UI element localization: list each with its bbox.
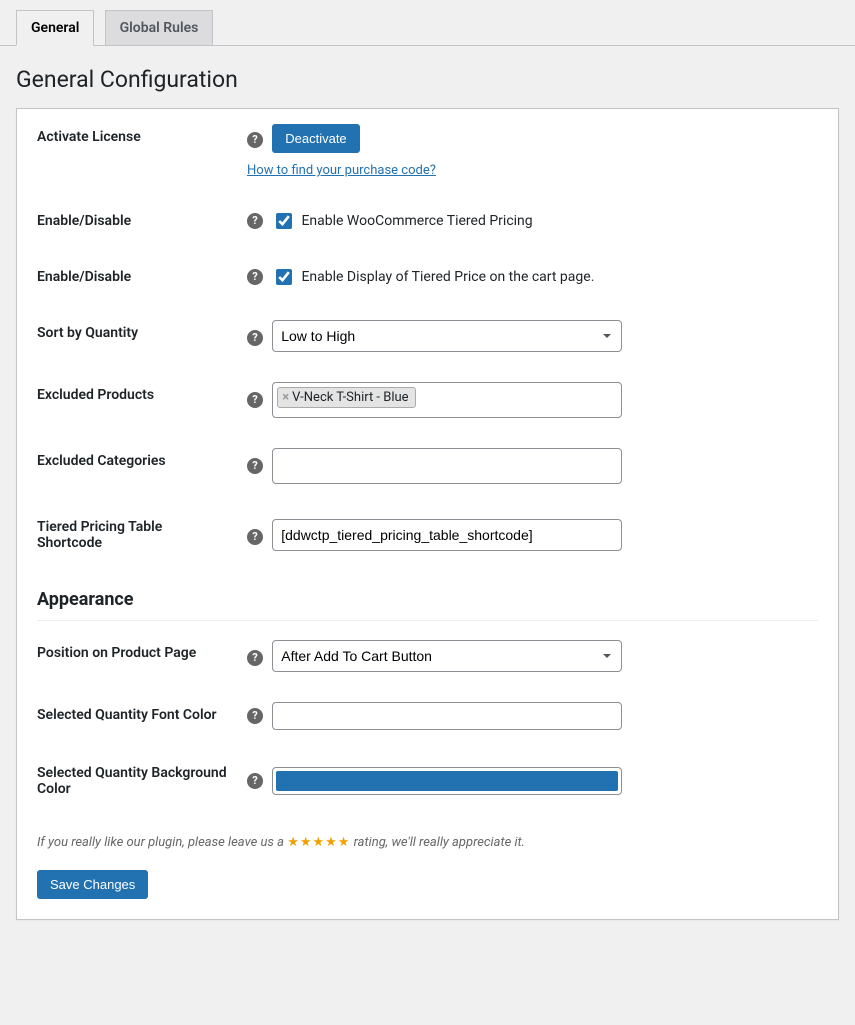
select-sort-by-quantity[interactable]: Low to High — [272, 320, 622, 352]
rating-note: If you really like our plugin, please le… — [37, 835, 818, 850]
appearance-heading: Appearance — [37, 589, 818, 621]
purchase-code-link[interactable]: How to find your purchase code? — [247, 163, 436, 178]
shortcode-input[interactable] — [272, 519, 622, 551]
help-icon[interactable]: ? — [247, 458, 263, 474]
label-font-color: Selected Quantity Font Color — [37, 687, 237, 745]
page-title: General Configuration — [16, 66, 855, 93]
checkbox-label-enable-cart-display: Enable Display of Tiered Price on the ca… — [301, 269, 594, 285]
excluded-categories-input[interactable] — [272, 448, 622, 484]
label-excluded-categories: Excluded Categories — [37, 433, 237, 499]
deactivate-button[interactable]: Deactivate — [272, 124, 359, 153]
label-activate-license: Activate License — [37, 109, 237, 193]
tab-bar: General Global Rules — [0, 0, 855, 46]
tab-global-rules[interactable]: Global Rules — [105, 10, 214, 45]
label-position: Position on Product Page — [37, 625, 237, 687]
checkbox-label-enable-tiered-pricing: Enable WooCommerce Tiered Pricing — [301, 213, 532, 229]
help-icon[interactable]: ? — [247, 650, 263, 666]
bg-color-picker[interactable] — [272, 767, 622, 795]
help-icon[interactable]: ? — [247, 132, 263, 148]
save-changes-button[interactable]: Save Changes — [37, 870, 148, 899]
label-excluded-products: Excluded Products — [37, 367, 237, 433]
help-icon[interactable]: ? — [247, 773, 263, 789]
help-icon[interactable]: ? — [247, 708, 263, 724]
font-color-swatch — [276, 706, 618, 726]
checkbox-enable-tiered-pricing[interactable] — [276, 213, 292, 229]
font-color-picker[interactable] — [272, 702, 622, 730]
help-icon[interactable]: ? — [247, 529, 263, 545]
label-enable-tiered-pricing: Enable/Disable — [37, 193, 237, 249]
excluded-products-input[interactable]: ×V-Neck T-Shirt - Blue — [272, 382, 622, 418]
help-icon[interactable]: ? — [247, 330, 263, 346]
help-icon[interactable]: ? — [247, 213, 263, 229]
label-bg-color: Selected Quantity Background Color — [37, 745, 237, 817]
tab-general[interactable]: General — [16, 10, 94, 46]
rating-note-prefix: If you really like our plugin, please le… — [37, 835, 287, 850]
label-sort-by-quantity: Sort by Quantity — [37, 305, 237, 367]
help-icon[interactable]: ? — [247, 269, 263, 285]
checkbox-enable-cart-display[interactable] — [276, 269, 292, 285]
bg-color-swatch — [276, 771, 618, 791]
label-enable-cart-display: Enable/Disable — [37, 249, 237, 305]
help-icon[interactable]: ? — [247, 392, 263, 408]
stars-icon: ★★★★★ — [287, 835, 350, 850]
select-position[interactable]: After Add To Cart Button — [272, 640, 622, 672]
product-tag[interactable]: ×V-Neck T-Shirt - Blue — [277, 387, 415, 408]
settings-panel: Activate License ? Deactivate How to fin… — [16, 108, 839, 920]
remove-tag-icon[interactable]: × — [282, 390, 289, 405]
label-shortcode: Tiered Pricing Table Shortcode — [37, 499, 237, 571]
rating-note-suffix: rating, we'll really appreciate it. — [350, 835, 525, 850]
product-tag-label: V-Neck T-Shirt - Blue — [292, 390, 408, 405]
